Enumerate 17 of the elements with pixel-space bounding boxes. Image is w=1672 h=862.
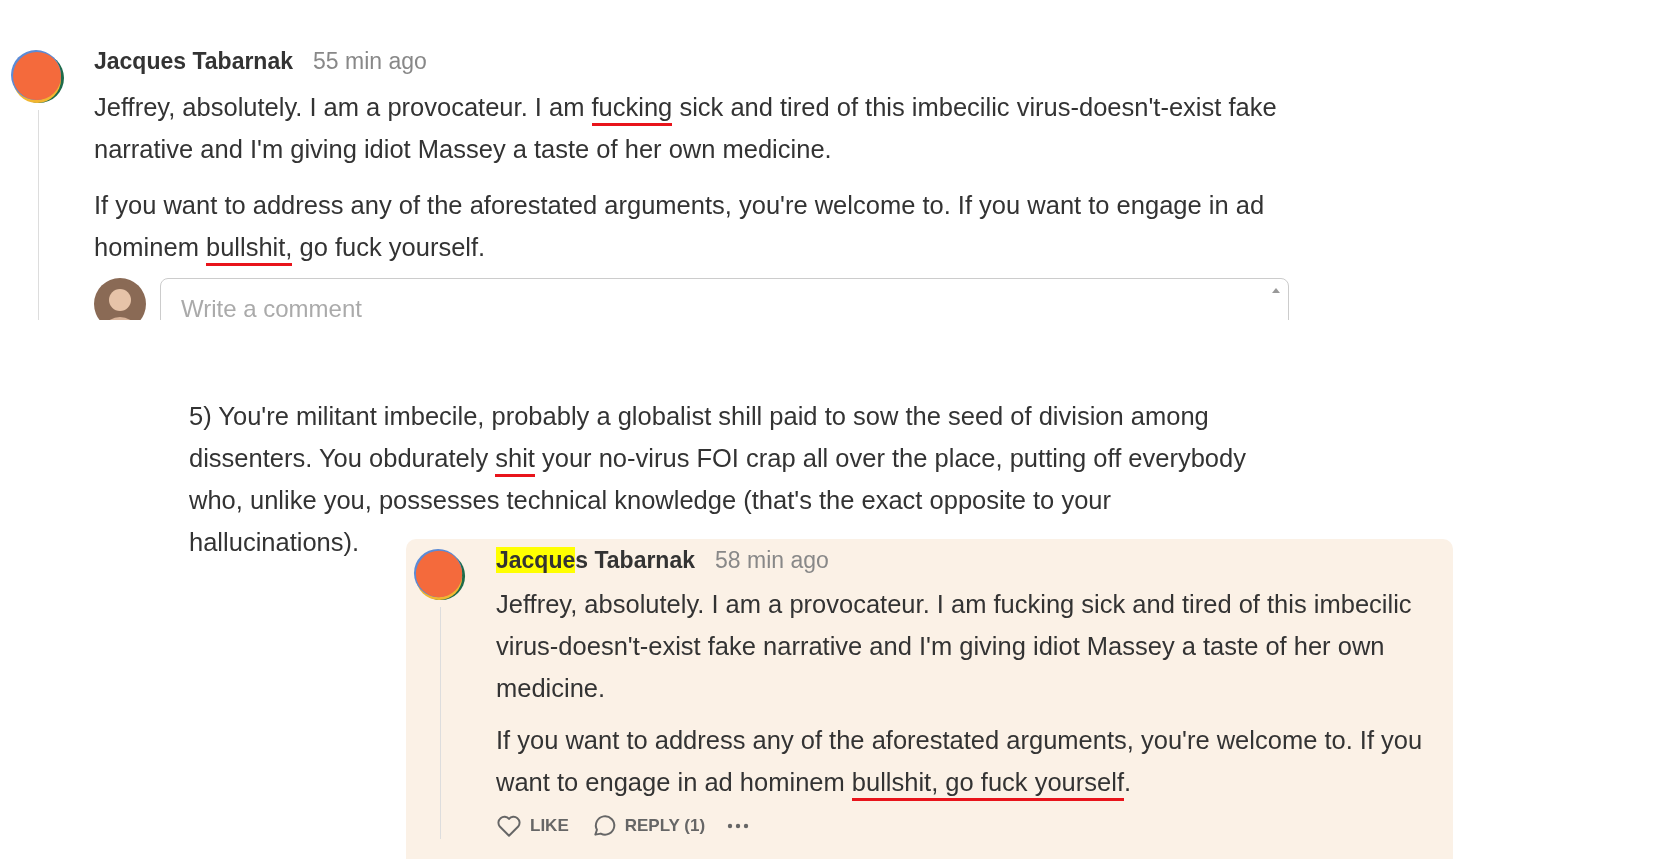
comment-text: If you want to address any of the aforestated arguments, you're welcome to. If you want to engage in ad hominem bullshit, go fuck yourself. (496, 719, 1447, 803)
comment-text: Jeffrey, absolutely. I am a provocateur. I am fucking sick and tired of this imbecilic virus-doesn't-exist fake narrative and I'm giving idiot Massey a taste of her own medicine. (496, 589, 1413, 704)
comment-text: If you want to address any of the aforestated arguments, you're welcome to. If you want to engage in ad hominem bullshit, go fuck yourself. (94, 184, 1289, 268)
more-icon[interactable] (727, 823, 750, 829)
comment-text: Jeffrey, absolutely. I am a provocateur. I am fucking sick and tired of this imbecilic virus-doesn't-exist fake narrative and I'm giving idiot Massey a taste of her own medicine. (94, 92, 1278, 165)
avatar-icon (10, 48, 66, 104)
author-name[interactable]: Jacques Tabarnak (94, 48, 293, 75)
reply-button[interactable]: REPLY (1) (590, 813, 706, 839)
comment-time: 58 min ago (715, 547, 829, 574)
comment-time: 55 min ago (313, 48, 427, 75)
author-name[interactable]: Jacques Tabarnak (496, 547, 695, 574)
comment-field[interactable]: Write a comment (160, 278, 1289, 320)
heart-icon (496, 813, 522, 839)
scroll-up-icon[interactable] (1271, 286, 1281, 294)
like-button[interactable]: LIKE (496, 813, 569, 839)
avatar-icon (413, 547, 467, 601)
user-avatar-icon (94, 278, 146, 320)
